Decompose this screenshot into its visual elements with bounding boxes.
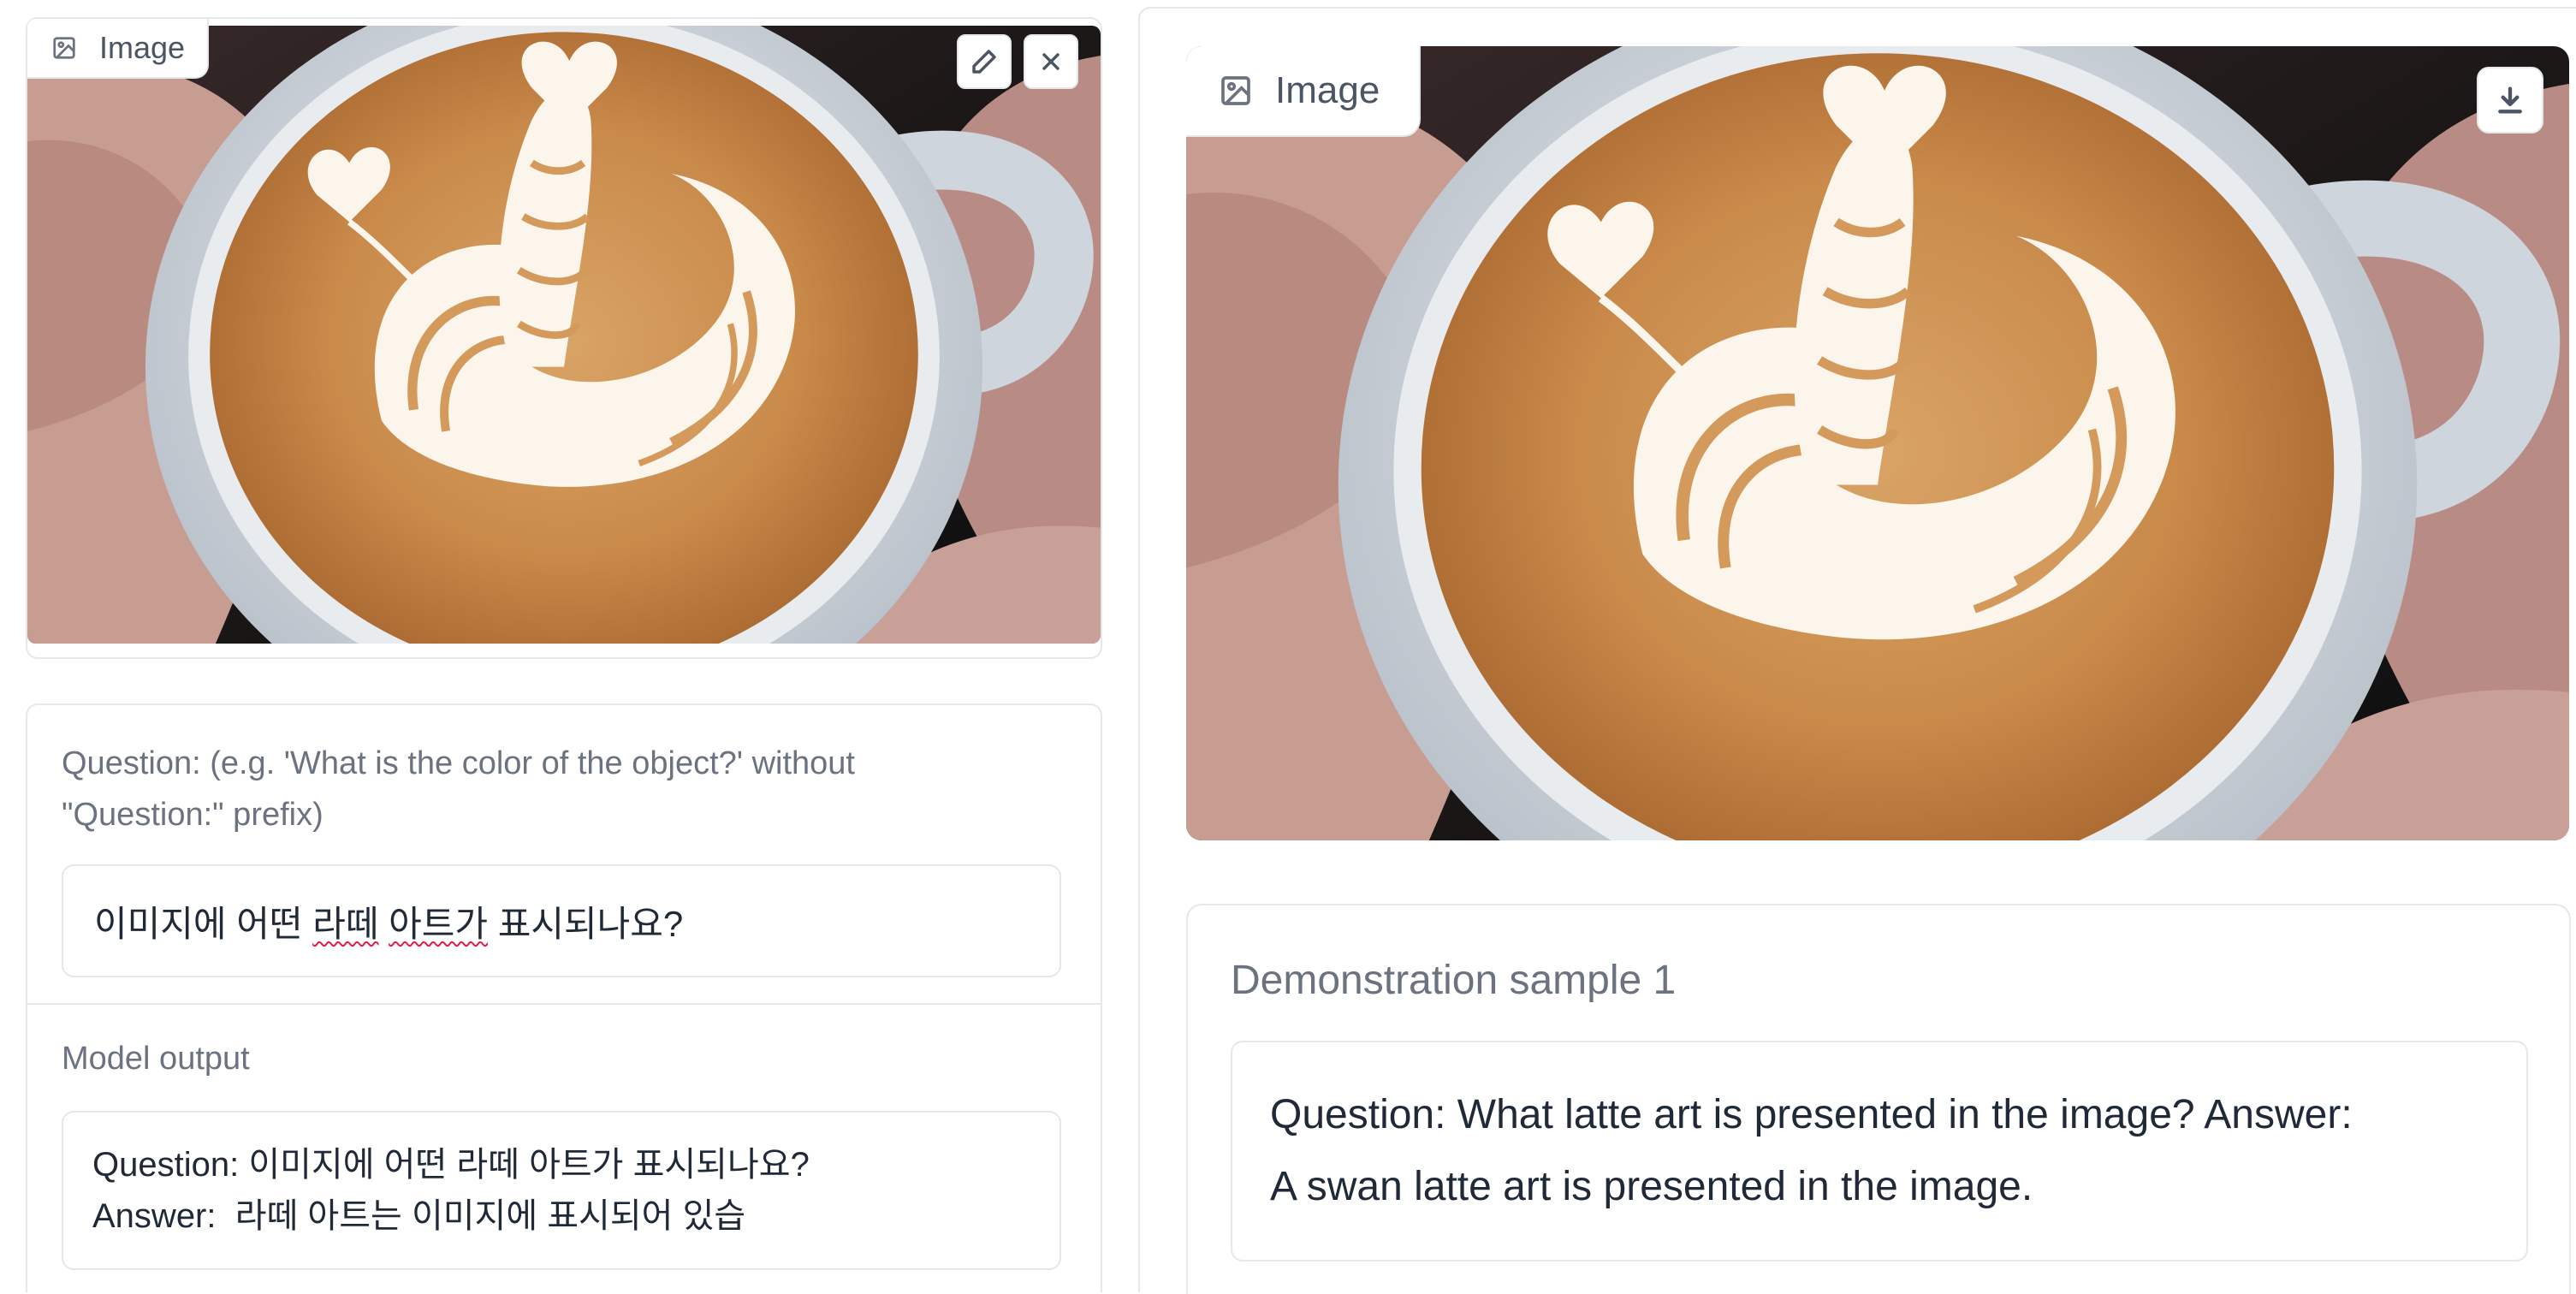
latte-art-image	[27, 26, 1101, 644]
demonstration-text-box: Question: What latte art is presented in…	[1231, 1041, 2528, 1261]
question-text-space	[378, 900, 389, 941]
input-image-label: Image	[27, 19, 209, 79]
input-image-label-text: Image	[99, 30, 186, 65]
output-image-label: Image	[1186, 46, 1421, 137]
question-label: Question: (e.g. 'What is the color of th…	[62, 745, 855, 833]
image-icon	[1221, 76, 1250, 105]
model-output-label: Model output	[62, 1041, 250, 1077]
model-output-line-2: Answer: 라떼 아트는 이미지에 표시되어 있습	[92, 1197, 746, 1235]
demonstration-panel: Demonstration sample 1 Question: What la…	[1186, 904, 2571, 1294]
question-input[interactable]: 이미지에 어떤 라떼 아트가 표시되나요?	[62, 864, 1061, 977]
question-text-misspelled-2: 아트가	[389, 903, 489, 944]
latte-art-image-large	[1186, 46, 2569, 840]
input-image[interactable]	[27, 26, 1101, 644]
download-icon	[2498, 86, 2522, 114]
pencil-edit-icon	[972, 50, 996, 74]
close-icon	[1042, 53, 1059, 70]
question-output-panel: Question: (e.g. 'What is the color of th…	[26, 703, 1102, 1292]
model-output-line-1: Question: 이미지에 어떤 라떼 아트가 표시되나요?	[92, 1146, 810, 1184]
input-image-panel: Image	[26, 17, 1102, 659]
question-text-suffix: 표시되나요?	[488, 903, 684, 944]
model-output-box: Question: 이미지에 어떤 라떼 아트가 표시되나요? Answer: …	[62, 1111, 1061, 1270]
output-image-label-text: Image	[1275, 69, 1380, 111]
image-icon	[53, 37, 75, 59]
output-image	[1186, 46, 2569, 840]
section-divider	[27, 1003, 1101, 1005]
clear-image-button[interactable]	[1024, 34, 1078, 89]
demonstration-label: Demonstration sample 1	[1231, 958, 1677, 1003]
question-text-misspelled-1: 라떼	[312, 903, 379, 944]
demonstration-line-1: Question: What latte art is presented in…	[1270, 1092, 2353, 1137]
question-text-prefix: 이미지에 어떤	[94, 903, 313, 944]
output-column-panel: Image Demonstration sample 1 Question: W…	[1138, 7, 2576, 1294]
download-button[interactable]	[2477, 67, 2543, 134]
demonstration-line-2: A swan latte art is presented in the ima…	[1270, 1164, 2033, 1209]
edit-image-button[interactable]	[957, 34, 1012, 89]
